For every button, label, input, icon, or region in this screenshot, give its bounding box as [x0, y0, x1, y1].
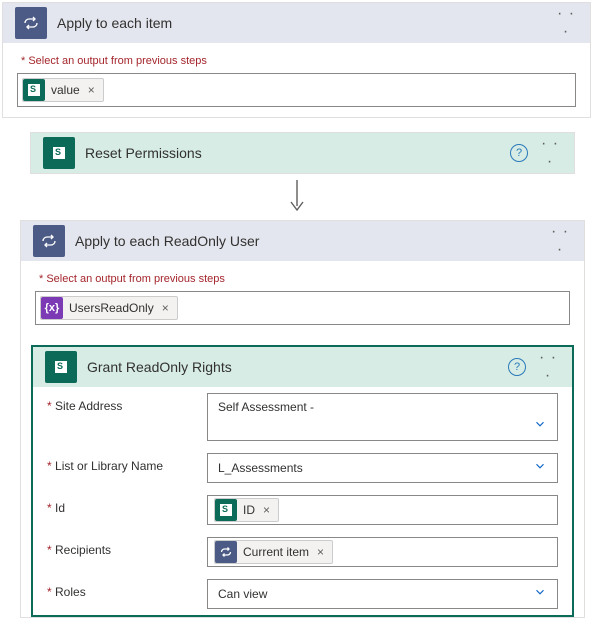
reset-permissions-title: Reset Permissions [85, 145, 500, 161]
token-label: Current item [243, 545, 309, 559]
more-button[interactable]: · · · [536, 349, 560, 385]
site-address-input[interactable]: Self Assessment - [207, 393, 558, 441]
apply-to-each-item: Apply to each item · · · Select an outpu… [2, 2, 591, 118]
users-readonly-token[interactable]: {x} UsersReadOnly × [40, 296, 178, 320]
output-selector[interactable]: {x} UsersReadOnly × [35, 291, 570, 325]
grant-readonly-header[interactable]: Grant ReadOnly Rights ? · · · [33, 347, 572, 387]
apply-to-each-readonly-user: Apply to each ReadOnly User · · · Select… [20, 220, 585, 618]
recipients-label: Recipients [47, 537, 197, 557]
loop-icon [15, 7, 47, 39]
token-label: value [51, 83, 80, 97]
output-label: Select an output from previous steps [21, 55, 207, 67]
remove-icon[interactable]: × [261, 503, 272, 517]
list-name-label: List or Library Name [47, 453, 197, 473]
reset-permissions-header[interactable]: Reset Permissions ? · · · [31, 133, 574, 173]
roles-value: Can view [214, 587, 271, 601]
grant-readonly-title: Grant ReadOnly Rights [87, 359, 498, 375]
loop-icon [33, 225, 65, 257]
list-name-input[interactable]: L_Assessments [207, 453, 558, 483]
roles-label: Roles [47, 579, 197, 599]
chevron-down-icon [533, 585, 547, 602]
id-token[interactable]: ID × [214, 498, 279, 522]
list-name-value: L_Assessments [214, 461, 307, 475]
sharepoint-icon [23, 79, 45, 101]
id-label: Id [47, 495, 197, 515]
site-address-label: Site Address [47, 393, 197, 413]
site-address-value: Self Assessment - [214, 400, 318, 414]
apply-to-each-item-header[interactable]: Apply to each item · · · [3, 3, 590, 43]
reset-permissions: Reset Permissions ? · · · [30, 132, 575, 174]
recipients-input[interactable]: Current item × [207, 537, 558, 567]
more-button[interactable]: · · · [548, 223, 572, 259]
help-icon[interactable]: ? [510, 144, 528, 162]
chevron-down-icon [533, 417, 547, 434]
remove-icon[interactable]: × [86, 83, 97, 97]
sharepoint-icon [45, 351, 77, 383]
roles-input[interactable]: Can view [207, 579, 558, 609]
apply-to-each-readonly-title: Apply to each ReadOnly User [75, 233, 538, 249]
loop-icon [215, 541, 237, 563]
chevron-down-icon [533, 459, 547, 476]
grant-readonly-rights: Grant ReadOnly Rights ? · · · Site Addre… [31, 345, 574, 617]
apply-to-each-readonly-header[interactable]: Apply to each ReadOnly User · · · [21, 221, 584, 261]
output-selector[interactable]: value × [17, 73, 576, 107]
remove-icon[interactable]: × [315, 545, 326, 559]
sharepoint-icon [215, 499, 237, 521]
more-button[interactable]: · · · [554, 5, 578, 41]
more-button[interactable]: · · · [538, 135, 562, 171]
apply-to-each-item-title: Apply to each item [57, 15, 544, 31]
help-icon[interactable]: ? [508, 358, 526, 376]
token-label: ID [243, 503, 255, 517]
remove-icon[interactable]: × [160, 301, 171, 315]
token-label: UsersReadOnly [69, 301, 154, 315]
current-item-token[interactable]: Current item × [214, 540, 333, 564]
expression-icon: {x} [41, 297, 63, 319]
output-label: Select an output from previous steps [39, 273, 225, 285]
connector-arrow [0, 174, 593, 220]
id-input[interactable]: ID × [207, 495, 558, 525]
sharepoint-icon [43, 137, 75, 169]
value-token[interactable]: value × [22, 78, 104, 102]
